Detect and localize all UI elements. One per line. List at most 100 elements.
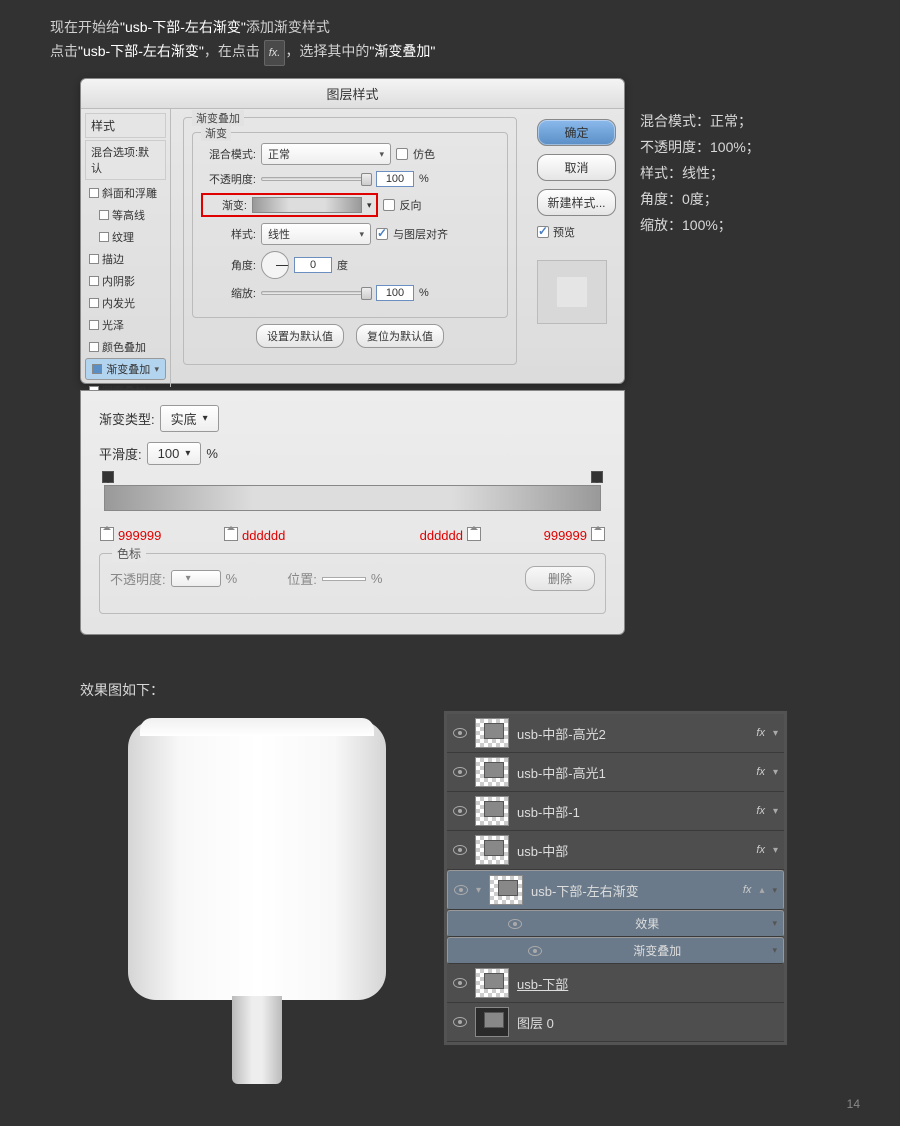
layer-thumb xyxy=(475,757,509,787)
color-stop-4[interactable] xyxy=(591,527,605,541)
eye-icon[interactable] xyxy=(508,919,522,929)
layer-thumb xyxy=(475,1007,509,1037)
style-inner-shadow[interactable]: 内阴影 xyxy=(85,270,166,292)
dither-checkbox[interactable] xyxy=(396,148,408,160)
blend-mode-select[interactable]: 正常 xyxy=(261,143,391,165)
preview-checkbox[interactable] xyxy=(537,226,549,238)
layer-row[interactable]: usb-中部-高光1fx▾ xyxy=(447,753,784,792)
result-label: 效果图如下： xyxy=(80,680,164,700)
layer-row[interactable]: usb-中部-高光2fx▾ xyxy=(447,714,784,753)
result-preview xyxy=(128,720,396,1090)
gradient-editor: 渐变类型: 实底 平滑度: 100 % 999999 dddddd dddddd… xyxy=(80,390,625,635)
align-label: 与图层对齐 xyxy=(393,226,448,242)
align-checkbox[interactable] xyxy=(376,228,388,240)
gradient-label: 渐变: xyxy=(207,197,247,213)
layer-thumb xyxy=(475,796,509,826)
style-stroke[interactable]: 描边 xyxy=(85,248,166,270)
stop-opacity-label: 不透明度: xyxy=(110,569,166,588)
group-outer-label: 渐变叠加 xyxy=(192,110,244,126)
layer-thumb xyxy=(475,718,509,748)
fx-badge: fx. xyxy=(264,40,286,66)
style-bevel[interactable]: 斜面和浮雕 xyxy=(85,182,166,204)
opacity-input[interactable]: 100 xyxy=(376,171,414,187)
layer-effect-gradient[interactable]: 渐变叠加 xyxy=(447,937,784,964)
angle-dial[interactable] xyxy=(261,251,289,279)
gradient-type-label: 渐变类型: xyxy=(99,409,155,428)
preview-well xyxy=(537,260,607,324)
dialog-title: 图层样式 xyxy=(81,79,624,109)
eye-icon[interactable] xyxy=(453,845,467,855)
eye-icon[interactable] xyxy=(453,806,467,816)
angle-input[interactable]: 0 xyxy=(294,257,332,273)
color-stop-3-hex: dddddd xyxy=(420,528,463,543)
gradient-preview[interactable] xyxy=(252,197,362,213)
delete-stop-button[interactable]: 删除 xyxy=(525,566,595,591)
style-texture[interactable]: 纹理 xyxy=(85,226,166,248)
instruction-text: 现在开始给"usb-下部-左右渐变"添加渐变样式 点击"usb-下部-左右渐变"… xyxy=(0,0,900,76)
scale-slider[interactable] xyxy=(261,291,371,295)
angle-label: 角度: xyxy=(201,257,256,273)
color-stop-4-hex: 999999 xyxy=(544,528,587,543)
layer-style-dialog: 图层样式 样式 混合选项:默认 斜面和浮雕 等高线 纹理 描边 内阴影 内发光 … xyxy=(80,78,625,384)
style-gradient-overlay[interactable]: 渐变叠加 xyxy=(85,358,166,380)
layer-row-selected[interactable]: ▾usb-下部-左右渐变fx▴ xyxy=(447,870,784,910)
color-stop-2-hex: dddddd xyxy=(242,528,285,543)
dither-label: 仿色 xyxy=(413,146,435,162)
opacity-slider[interactable] xyxy=(261,177,371,181)
style-select[interactable]: 线性 xyxy=(261,223,371,245)
group-inner-label: 渐变 xyxy=(201,125,231,141)
ok-button[interactable]: 确定 xyxy=(537,119,616,146)
smoothness-label: 平滑度: xyxy=(99,444,142,463)
eye-icon[interactable] xyxy=(528,946,542,956)
styles-list: 样式 混合选项:默认 斜面和浮雕 等高线 纹理 描边 内阴影 内发光 光泽 颜色… xyxy=(81,109,171,387)
scale-label: 缩放: xyxy=(201,285,256,301)
set-default-button[interactable]: 设置为默认值 xyxy=(256,324,344,348)
eye-icon[interactable] xyxy=(454,885,468,895)
reverse-checkbox[interactable] xyxy=(383,199,395,211)
style-color-overlay[interactable]: 颜色叠加 xyxy=(85,336,166,358)
opacity-stop-right[interactable] xyxy=(591,471,603,483)
page-number: 14 xyxy=(847,1097,860,1111)
gradient-type-select[interactable]: 实底 xyxy=(160,405,219,432)
smoothness-select[interactable]: 100 xyxy=(147,442,202,465)
reset-default-button[interactable]: 复位为默认值 xyxy=(356,324,444,348)
blend-mode-label: 混合模式: xyxy=(201,146,256,162)
scale-input[interactable]: 100 xyxy=(376,285,414,301)
eye-icon[interactable] xyxy=(453,767,467,777)
layer-row[interactable]: usb-中部-1fx▾ xyxy=(447,792,784,831)
stop-position-input[interactable] xyxy=(322,577,366,581)
gradient-highlight-box: 渐变: ▾ xyxy=(201,193,378,217)
layers-panel: usb-中部-高光2fx▾ usb-中部-高光1fx▾ usb-中部-1fx▾ … xyxy=(443,710,788,1046)
marker-legend: 色标 xyxy=(112,545,146,562)
layer-thumb xyxy=(475,968,509,998)
color-stop-2[interactable] xyxy=(224,527,238,541)
reverse-label: 反向 xyxy=(400,197,422,213)
style-inner-glow[interactable]: 内发光 xyxy=(85,292,166,314)
layer-thumb xyxy=(489,875,523,905)
color-stop-3[interactable] xyxy=(467,527,481,541)
layer-thumb xyxy=(475,835,509,865)
layer-effects-row[interactable]: 效果 xyxy=(447,910,784,937)
style-label: 样式: xyxy=(201,226,256,242)
preview-label: 预览 xyxy=(553,224,575,240)
eye-icon[interactable] xyxy=(453,1017,467,1027)
style-satin[interactable]: 光泽 xyxy=(85,314,166,336)
opacity-stop-left[interactable] xyxy=(102,471,114,483)
layer-row[interactable]: usb-中部fx▾ xyxy=(447,831,784,870)
new-style-button[interactable]: 新建样式... xyxy=(537,189,616,216)
layer-row[interactable]: 图层 0 xyxy=(447,1003,784,1042)
styles-header: 样式 xyxy=(85,113,166,138)
color-stop-1[interactable] xyxy=(100,527,114,541)
color-stop-1-hex: 999999 xyxy=(118,528,161,543)
style-contour[interactable]: 等高线 xyxy=(85,204,166,226)
eye-icon[interactable] xyxy=(453,978,467,988)
layer-row[interactable]: usb-下部 xyxy=(447,964,784,1003)
gradient-bar[interactable]: 999999 dddddd dddddd 999999 xyxy=(104,485,601,511)
stop-position-label: 位置: xyxy=(287,569,317,588)
blend-options-row[interactable]: 混合选项:默认 xyxy=(85,140,166,180)
cancel-button[interactable]: 取消 xyxy=(537,154,616,181)
opacity-label: 不透明度: xyxy=(201,171,256,187)
stop-opacity-select[interactable] xyxy=(171,570,221,587)
settings-summary: 混合模式：正常； 不透明度：100%； 样式：线性； 角度：0度； 缩放：100… xyxy=(640,108,760,238)
eye-icon[interactable] xyxy=(453,728,467,738)
